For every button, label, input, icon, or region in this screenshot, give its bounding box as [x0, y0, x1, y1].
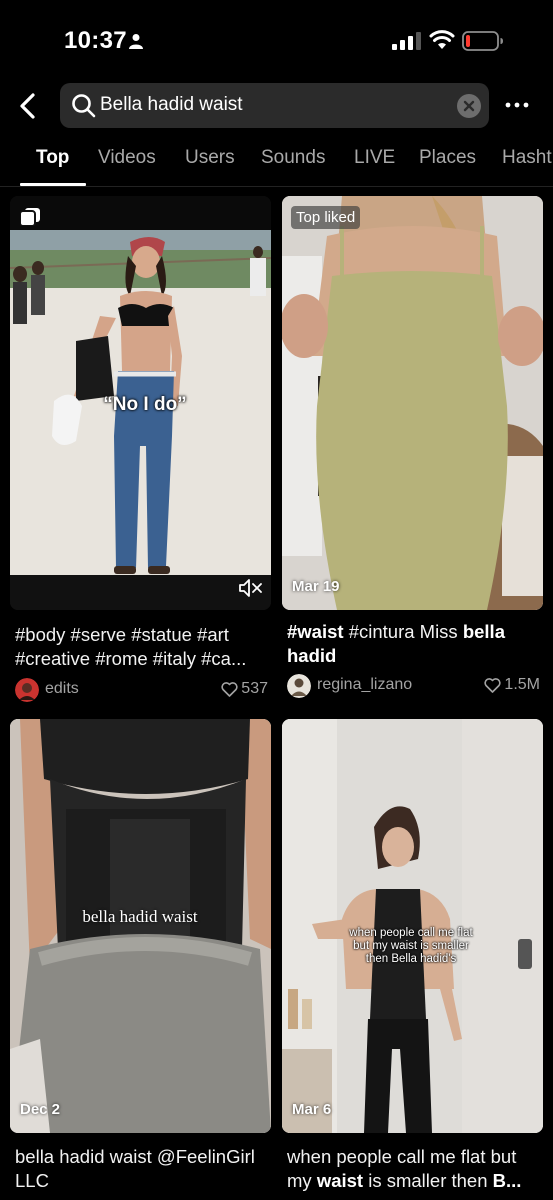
status-bar: 10:37 [0, 0, 553, 80]
video-date: Mar 19 [292, 578, 340, 595]
avatar[interactable] [287, 674, 311, 698]
tab-users[interactable]: Users [185, 147, 235, 169]
more-icon[interactable] [505, 100, 529, 110]
tabs-divider [0, 186, 553, 187]
clear-icon[interactable] [457, 94, 481, 118]
battery-low-icon [462, 31, 503, 51]
tab-hashtags[interactable]: Hasht [502, 147, 552, 169]
photo-carousel-icon [20, 208, 40, 226]
status-time: 10:37 [64, 27, 127, 54]
like-count-value: 1.5M [504, 676, 540, 693]
heart-icon [221, 681, 238, 697]
video-caption[interactable]: #body #serve #statue #art #creative #rom… [15, 623, 271, 671]
result-card[interactable]: “No I do” #body #serve #statue #art #cre… [10, 196, 271, 706]
wifi-icon [429, 30, 455, 49]
video-meta: regina_lizano 1.5M [287, 674, 540, 698]
muted-speaker-icon[interactable] [239, 578, 263, 598]
video-thumbnail[interactable]: when people call me flat but my waist is… [282, 719, 543, 1133]
search-query: Bella hadid waist [100, 94, 243, 115]
caption-text: is smaller then [363, 1170, 493, 1191]
heart-icon [484, 677, 502, 693]
signal-icon [392, 32, 421, 50]
tab-videos[interactable]: Videos [98, 147, 156, 169]
video-thumbnail[interactable]: Top liked Mar 19 [282, 196, 543, 610]
video-date: Mar 6 [292, 1101, 332, 1118]
avatar[interactable] [15, 678, 39, 702]
tab-top[interactable]: Top [36, 147, 69, 169]
thumbnail-image [282, 719, 543, 1133]
tab-places[interactable]: Places [419, 147, 476, 169]
caption-keyword: waist [316, 1170, 364, 1191]
like-count: 537 [221, 680, 268, 698]
caption-text: #cintura Miss [343, 621, 463, 642]
author-name[interactable]: regina_lizano [317, 676, 412, 694]
result-card[interactable]: bella hadid waist Dec 2 bella hadid wais… [10, 719, 271, 1200]
caption-keyword: B... [492, 1170, 522, 1191]
video-overlay-text: “No I do” [103, 394, 187, 415]
tab-live[interactable]: LIVE [354, 147, 395, 169]
author-name[interactable]: edits [45, 680, 79, 698]
like-count-value: 537 [241, 680, 268, 697]
caption-keyword: #waist [287, 621, 344, 642]
person-icon [129, 34, 143, 49]
search-tabs: Top Videos Users Sounds LIVE Places Hash… [0, 147, 553, 187]
thumbnail-image [282, 196, 543, 610]
video-thumbnail[interactable]: bella hadid waist Dec 2 [10, 719, 271, 1133]
video-caption[interactable]: #waist #cintura Miss bella hadid [287, 620, 543, 668]
video-overlay-text: when people call me flat but my waist is… [349, 927, 473, 965]
result-card[interactable]: Top liked Mar 19 #waist #cintura Miss be… [282, 196, 543, 706]
search-input[interactable]: Bella hadid waist [60, 83, 489, 128]
search-icon [72, 94, 96, 118]
result-card[interactable]: when people call me flat but my waist is… [282, 719, 543, 1200]
video-caption[interactable]: bella hadid waist @FeelinGirl LLC [15, 1145, 271, 1193]
tab-sounds[interactable]: Sounds [261, 147, 325, 169]
top-liked-badge: Top liked [291, 206, 361, 229]
like-count: 1.5M [484, 676, 540, 694]
back-icon[interactable] [16, 92, 42, 120]
video-date: Dec 2 [20, 1101, 61, 1118]
video-caption[interactable]: when people call me flat but my waist is… [287, 1145, 543, 1193]
video-overlay-text: bella hadid waist [82, 907, 198, 926]
video-thumbnail[interactable]: “No I do” [10, 196, 271, 610]
video-meta: edits 537 [15, 678, 268, 702]
